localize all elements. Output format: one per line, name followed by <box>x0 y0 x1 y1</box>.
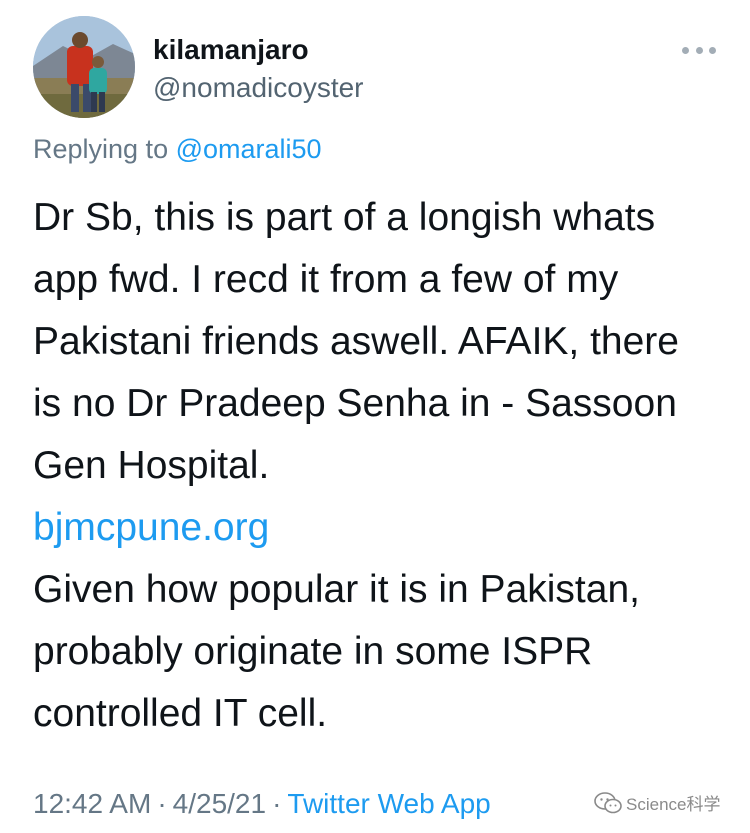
tweet-date[interactable]: 4/25/21 <box>173 788 266 819</box>
more-dot <box>695 46 703 54</box>
reply-prefix: Replying to <box>33 134 169 164</box>
tweet-text-line: controlled IT cell. <box>33 692 328 735</box>
avatar[interactable] <box>33 16 135 118</box>
tweet-card: kilamanjaro @nomadicoyster Replying to @… <box>0 0 750 833</box>
display-name[interactable]: kilamanjaro <box>153 34 309 66</box>
tweet-link[interactable]: bjmcpune.org <box>33 497 723 559</box>
watermark-text: Science科学 <box>626 795 721 814</box>
replying-to: Replying to @omarali50 <box>33 134 322 165</box>
tweet-time[interactable]: 12:42 AM <box>33 788 151 819</box>
meta-separator: · <box>157 788 167 819</box>
tweet-text: Dr Sb, this is part of a longish whats a… <box>33 187 723 745</box>
tweet-text-line: is no Dr Pradeep Senha in - Sassoon <box>33 382 677 425</box>
more-icon[interactable] <box>682 45 716 55</box>
tweet-source-link[interactable]: Twitter Web App <box>287 788 490 819</box>
tweet-text-line: app fwd. I recd it from a few of my <box>33 258 619 301</box>
meta-separator: · <box>272 788 282 819</box>
more-dot <box>682 46 689 54</box>
tweet-text-line: Pakistani friends aswell. AFAIK, there <box>33 320 679 363</box>
watermark: Science科学 <box>594 790 720 815</box>
tweet-text-line: probably originate in some ISPR <box>33 630 593 673</box>
tweet-text-line: Given how popular it is in Pakistan, <box>33 568 640 611</box>
reply-to-link[interactable]: @omarali50 <box>176 134 322 164</box>
avatar-photo <box>33 16 135 118</box>
tweet-text-line: Gen Hospital. <box>33 444 270 487</box>
tweet-meta: 12:42 AM · 4/25/21 · Twitter Web App <box>33 788 491 820</box>
more-dot <box>709 46 716 54</box>
user-handle[interactable]: @nomadicoyster <box>153 72 364 104</box>
tweet-text-line: Dr Sb, this is part of a longish whats <box>33 196 656 239</box>
wechat-icon <box>594 791 622 813</box>
